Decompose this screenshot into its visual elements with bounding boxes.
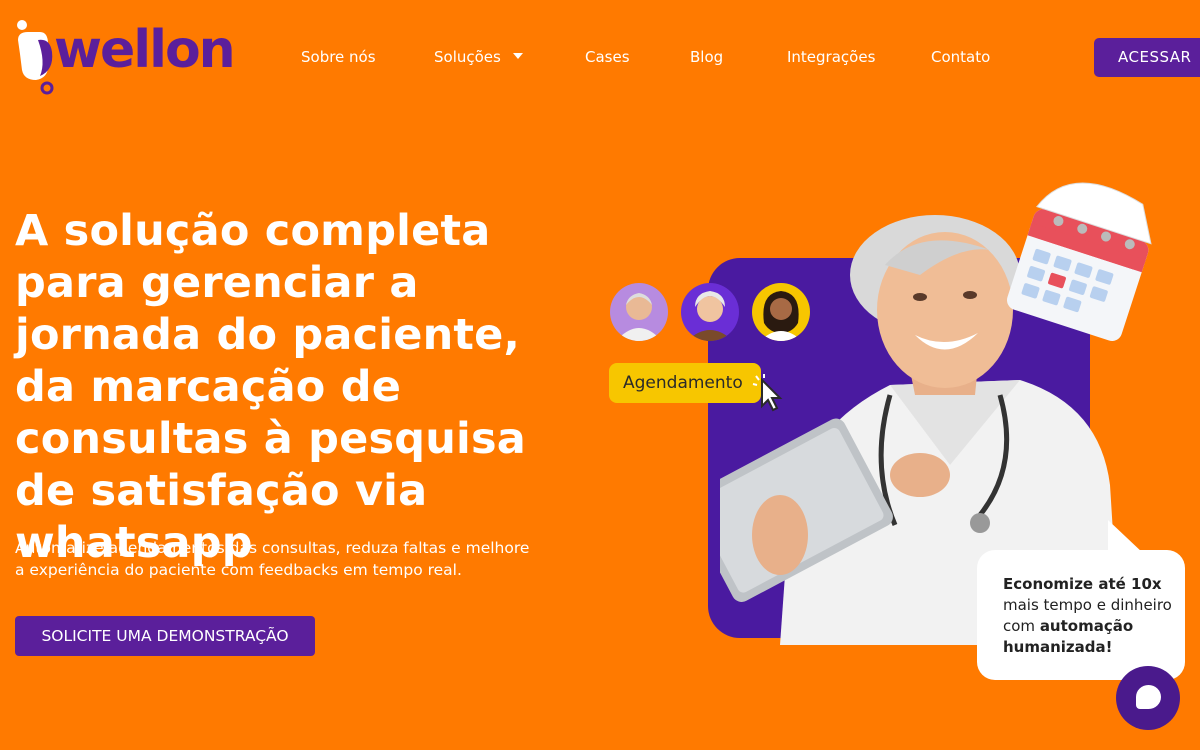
nav-item-cases[interactable]: Cases: [585, 48, 630, 66]
appointment-tag: Agendamento: [609, 363, 761, 403]
nav-item-solucoes[interactable]: Soluções: [434, 48, 523, 66]
nav-item-sobre-nos[interactable]: Sobre nós: [301, 48, 376, 66]
person-icon: [687, 291, 733, 341]
person-icon: [616, 293, 662, 341]
nav-item-solucoes-label: Soluções: [434, 48, 501, 66]
bubble-line-4: humanizada!: [1003, 638, 1113, 656]
cursor-click-icon: [752, 374, 783, 412]
avatar-patient-1: [610, 283, 668, 341]
chat-bubble-icon: [1136, 685, 1161, 709]
nav-item-blog[interactable]: Blog: [690, 48, 723, 66]
nav-item-contato[interactable]: Contato: [931, 48, 990, 66]
calendar-icon: [1006, 182, 1152, 342]
hero-subtitle: Automatize agendamentos das consultas, r…: [15, 539, 530, 579]
bubble-line-3-prefix: com: [1003, 617, 1040, 635]
acessar-button[interactable]: ACESSAR: [1094, 38, 1200, 77]
speech-bubble-tail: [1108, 520, 1144, 554]
chat-widget-button[interactable]: [1116, 666, 1180, 730]
hero-title: A solução completa para gerenciar a jorn…: [15, 206, 526, 568]
avatar-patient-3: [752, 283, 810, 341]
person-icon: [760, 291, 802, 341]
savings-speech-bubble: Economize até 10x mais tempo e dinheiro …: [977, 550, 1185, 680]
main-nav: Sobre nós Soluções Cases Blog Integraçõe…: [0, 48, 1200, 70]
bubble-headline: Economize até 10x: [1003, 575, 1162, 593]
avatar-patient-2: [681, 283, 739, 341]
bubble-line-2: mais tempo e dinheiro: [1003, 596, 1172, 614]
nav-item-integracoes[interactable]: Integrações: [787, 48, 875, 66]
bubble-line-3-bold: automação: [1039, 617, 1134, 635]
chevron-down-icon: [512, 52, 523, 59]
request-demo-button[interactable]: SOLICITE UMA DEMONSTRAÇÃO: [15, 616, 315, 656]
